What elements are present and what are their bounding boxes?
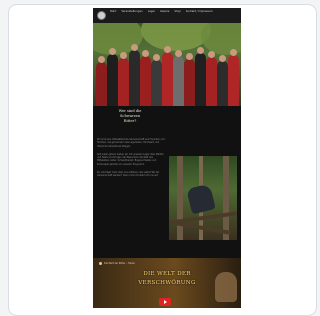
nav-item-events[interactable]: Veranstaltungen — [121, 10, 142, 21]
reenactor-figure — [118, 52, 129, 106]
crest-logo-icon[interactable] — [97, 11, 106, 20]
reenactor-figure — [173, 50, 184, 106]
reenactor-figure — [206, 51, 217, 106]
preview-card: Start Veranstaltungen Lager Galerie Shop… — [8, 4, 317, 316]
video-caption: Die Welt der Ritter – Trailer — [104, 262, 135, 265]
tree-trunk — [223, 156, 229, 240]
channel-avatar-icon — [99, 262, 102, 265]
nav-item-shop[interactable]: Shop — [174, 10, 181, 21]
nav-item-gallery[interactable]: Galerie — [160, 10, 169, 21]
play-icon — [164, 300, 167, 304]
nav-menu: Start Veranstaltungen Lager Galerie Shop… — [110, 10, 238, 21]
banner-title-line: VERSCHWÖRUNG — [138, 280, 196, 286]
website-page: Start Veranstaltungen Lager Galerie Shop… — [93, 8, 241, 308]
reenactor-figure — [217, 55, 228, 106]
body-text-column: Wir sind eine mittelalterliche Gemeinsch… — [97, 138, 165, 254]
reenactor-figure — [184, 53, 195, 106]
knight-forest-photo — [169, 156, 237, 240]
reenactor-figure — [140, 50, 151, 106]
reenactor-figure — [195, 47, 206, 106]
nav-item-camp[interactable]: Lager — [148, 10, 155, 21]
knight-figure — [186, 183, 216, 215]
hero-group-photo — [93, 23, 241, 106]
reenactor-figure — [96, 56, 107, 106]
intro-heading: Wer sind die Schwarzen Ritter? — [93, 106, 167, 128]
body-paragraph: Wir sind eine mittelalterliche Gemeinsch… — [97, 138, 165, 148]
intro-heading-line: Ritter? — [123, 119, 137, 123]
reenactor-figure — [129, 44, 140, 106]
reenactor-figure — [107, 48, 118, 106]
reenactor-figure — [151, 54, 162, 106]
video-banner[interactable]: Die Welt der Ritter – Trailer DIE WELT D… — [93, 258, 241, 308]
banner-title-line: DIE WELT DER — [143, 271, 191, 277]
nav-item-contact[interactable]: Kontakt / Impressum — [186, 10, 213, 21]
play-button[interactable] — [159, 298, 171, 306]
body-paragraph: Seit vielen Jahren ziehen wir mit unsere… — [97, 152, 164, 166]
top-navigation: Start Veranstaltungen Lager Galerie Shop… — [93, 8, 241, 23]
reenactor-figure — [228, 49, 239, 106]
banner-title: DIE WELT DER VERSCHWÖRUNG — [93, 270, 241, 294]
body-paragraph: Du möchtest mehr über uns erfahren oder … — [97, 171, 160, 178]
reenactor-figure — [162, 46, 173, 106]
banner-header: Die Welt der Ritter – Trailer — [93, 261, 241, 266]
tree-trunk — [177, 156, 183, 240]
nav-item-start[interactable]: Start — [110, 10, 116, 21]
